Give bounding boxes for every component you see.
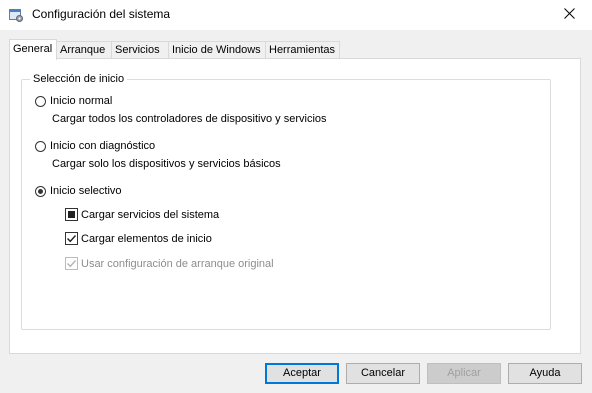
apply-button: Aplicar [427,363,501,384]
tab-arranque[interactable]: Arranque [56,41,112,58]
use-original-boot-config-checkbox [65,257,78,270]
ok-button[interactable]: Aceptar [265,363,339,384]
group-title: Selección de inicio [30,72,128,86]
tab-label: Arranque [60,44,106,56]
normal-startup-label[interactable]: Inicio normal [50,94,112,108]
normal-startup-radio[interactable] [35,96,46,107]
use-original-boot-config-label: Usar configuración de arranque original [81,258,274,270]
indeterminate-mark-icon [68,211,75,218]
selective-startup-label[interactable]: Inicio selectivo [50,184,122,198]
close-icon [563,8,575,22]
tab-general[interactable]: General [9,39,57,60]
diagnostic-startup-radio[interactable] [35,141,46,152]
tab-label: Inicio de Windows [172,44,261,56]
checkmark-icon [67,260,77,268]
normal-startup-description: Cargar todos los controladores de dispos… [52,113,327,125]
load-system-services-checkbox[interactable] [65,208,78,221]
dialog-client-area: General Arranque Servicios Inicio de Win… [0,30,592,393]
startup-selection-group: Selección de inicio Inicio normal Cargar… [21,72,551,330]
system-config-icon [9,8,23,22]
tab-label: General [13,43,53,55]
title-bar: Configuración del sistema [0,0,592,30]
tab-herramientas[interactable]: Herramientas [265,41,340,58]
tab-servicios[interactable]: Servicios [111,41,169,58]
help-button[interactable]: Ayuda [508,363,582,384]
load-startup-items-checkbox[interactable] [65,232,78,245]
tab-label: Servicios [115,44,160,56]
close-button[interactable] [546,0,592,30]
diagnostic-startup-label[interactable]: Inicio con diagnóstico [50,139,155,153]
tab-label: Herramientas [269,44,336,56]
cancel-button[interactable]: Cancelar [346,363,420,384]
window-title: Configuración del sistema [32,7,171,21]
load-system-services-label[interactable]: Cargar servicios del sistema [81,208,219,222]
load-startup-items-label[interactable]: Cargar elementos de inicio [81,232,212,246]
selective-startup-radio[interactable] [35,186,46,197]
general-tab-panel: Selección de inicio Inicio normal Cargar… [9,58,581,354]
tab-inicio-de-windows[interactable]: Inicio de Windows [168,41,266,58]
checkmark-icon [67,235,77,243]
diagnostic-startup-description: Cargar solo los dispositivos y servicios… [52,158,281,170]
